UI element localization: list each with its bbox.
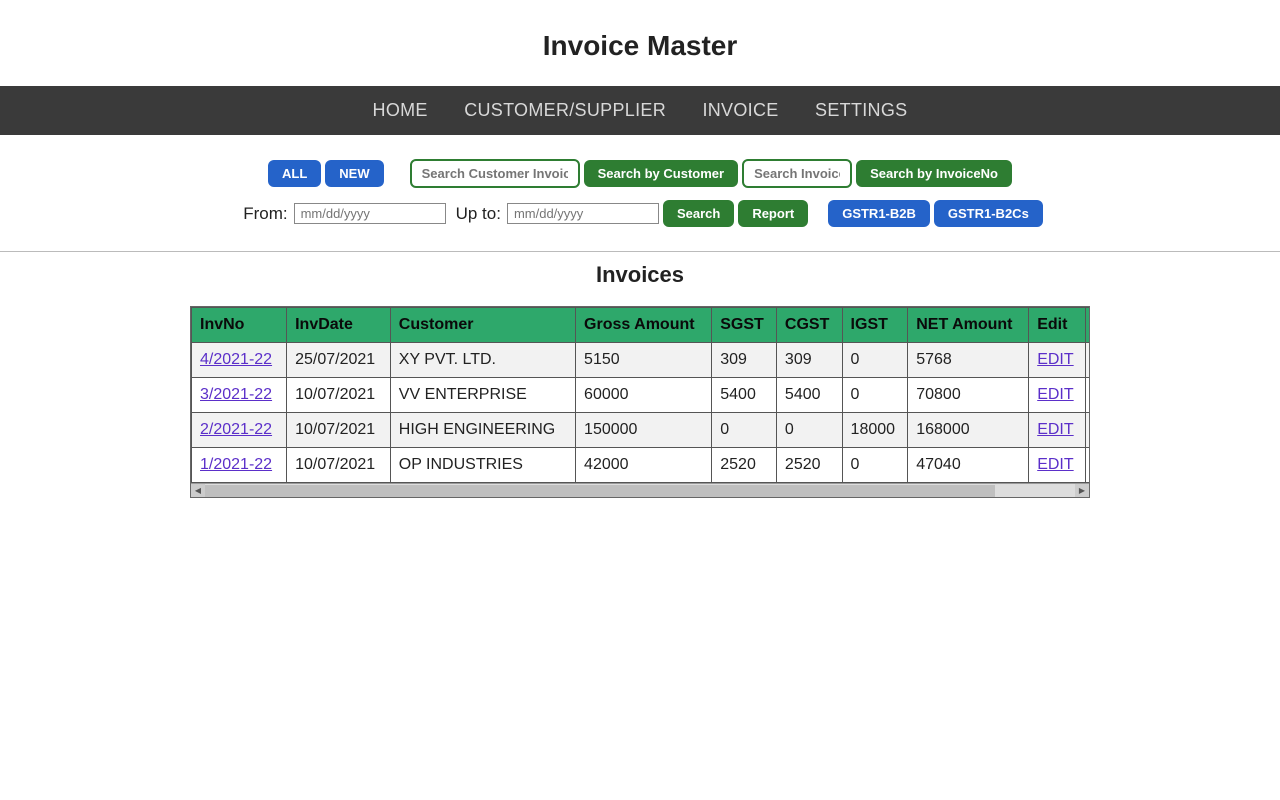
cell-invdate: 10/07/2021 <box>287 378 391 413</box>
page-title: Invoice Master <box>0 0 1280 86</box>
edit-link[interactable]: EDIT <box>1037 456 1073 473</box>
scroll-thumb[interactable] <box>205 485 995 497</box>
col-invno: InvNo <box>192 308 287 343</box>
from-date-input[interactable] <box>294 203 446 224</box>
cell-customer: XY PVT. LTD. <box>390 343 575 378</box>
cell-edit: EDIT <box>1029 448 1086 483</box>
table-row: 3/2021-2210/07/2021VV ENTERPRISE60000540… <box>192 378 1091 413</box>
table-header-row: InvNo InvDate Customer Gross Amount SGST… <box>192 308 1091 343</box>
scroll-left-icon[interactable]: ◀ <box>191 484 205 498</box>
cell-delete: DELETE <box>1086 413 1090 448</box>
cell-invno: 3/2021-22 <box>192 378 287 413</box>
cell-customer: VV ENTERPRISE <box>390 378 575 413</box>
edit-link[interactable]: EDIT <box>1037 421 1073 438</box>
cell-cgst: 0 <box>776 413 842 448</box>
invoices-table: InvNo InvDate Customer Gross Amount SGST… <box>191 307 1090 483</box>
cell-sgst: 309 <box>712 343 777 378</box>
cell-cgst: 2520 <box>776 448 842 483</box>
cell-sgst: 2520 <box>712 448 777 483</box>
col-invdate: InvDate <box>287 308 391 343</box>
all-button[interactable]: ALL <box>268 160 321 187</box>
cell-igst: 0 <box>842 343 908 378</box>
cell-net: 47040 <box>908 448 1029 483</box>
cell-cgst: 5400 <box>776 378 842 413</box>
col-edit: Edit <box>1029 308 1086 343</box>
navbar: HOME CUSTOMER/SUPPLIER INVOICE SETTINGS <box>0 86 1280 135</box>
nav-settings[interactable]: SETTINGS <box>815 100 907 120</box>
nav-customer-supplier[interactable]: CUSTOMER/SUPPLIER <box>464 100 666 120</box>
invoices-table-wrap[interactable]: InvNo InvDate Customer Gross Amount SGST… <box>190 306 1090 498</box>
col-gross: Gross Amount <box>576 308 712 343</box>
cell-delete: DELETE <box>1086 448 1090 483</box>
search-by-invoiceno-button[interactable]: Search by InvoiceNo <box>856 160 1012 187</box>
search-button[interactable]: Search <box>663 200 734 227</box>
cell-sgst: 0 <box>712 413 777 448</box>
cell-igst: 18000 <box>842 413 908 448</box>
col-net: NET Amount <box>908 308 1029 343</box>
horizontal-scrollbar[interactable]: ◀ ▶ <box>191 483 1089 497</box>
cell-gross: 42000 <box>576 448 712 483</box>
cell-invno: 4/2021-22 <box>192 343 287 378</box>
cell-delete: DELETE <box>1086 343 1090 378</box>
cell-invno: 1/2021-22 <box>192 448 287 483</box>
from-label: From: <box>243 204 287 224</box>
cell-edit: EDIT <box>1029 413 1086 448</box>
upto-date-input[interactable] <box>507 203 659 224</box>
nav-home[interactable]: HOME <box>373 100 428 120</box>
invoice-link[interactable]: 1/2021-22 <box>200 456 272 473</box>
cell-igst: 0 <box>842 378 908 413</box>
col-igst: IGST <box>842 308 908 343</box>
invoice-link[interactable]: 4/2021-22 <box>200 351 272 368</box>
scroll-right-icon[interactable]: ▶ <box>1075 484 1089 498</box>
cell-cgst: 309 <box>776 343 842 378</box>
toolbar-row-2: From: Up to: Search Report GSTR1-B2B GST… <box>237 200 1043 227</box>
cell-customer: OP INDUSTRIES <box>390 448 575 483</box>
cell-gross: 60000 <box>576 378 712 413</box>
col-sgst: SGST <box>712 308 777 343</box>
cell-net: 70800 <box>908 378 1029 413</box>
cell-delete: DELETE <box>1086 378 1090 413</box>
search-invoice-input[interactable] <box>742 159 852 188</box>
gstr1-b2cs-button[interactable]: GSTR1-B2Cs <box>934 200 1043 227</box>
cell-invno: 2/2021-22 <box>192 413 287 448</box>
upto-label: Up to: <box>456 204 501 224</box>
toolbar-row-1: ALL NEW Search by Customer Search by Inv… <box>268 159 1012 188</box>
gstr1-b2b-button[interactable]: GSTR1-B2B <box>828 200 930 227</box>
cell-invdate: 10/07/2021 <box>287 448 391 483</box>
col-customer: Customer <box>390 308 575 343</box>
cell-gross: 150000 <box>576 413 712 448</box>
col-delete: Delete <box>1086 308 1090 343</box>
search-customer-input[interactable] <box>410 159 580 188</box>
toolbar: ALL NEW Search by Customer Search by Inv… <box>0 135 1280 239</box>
cell-customer: HIGH ENGINEERING <box>390 413 575 448</box>
cell-gross: 5150 <box>576 343 712 378</box>
report-button[interactable]: Report <box>738 200 808 227</box>
cell-net: 5768 <box>908 343 1029 378</box>
cell-igst: 0 <box>842 448 908 483</box>
table-row: 2/2021-22 10/07/2021HIGH ENGINEERING15000… <box>192 413 1091 448</box>
nav-invoice[interactable]: INVOICE <box>702 100 778 120</box>
cell-invdate: 25/07/2021 <box>287 343 391 378</box>
invoice-link[interactable]: 2/2021-22 <box>200 421 272 438</box>
cell-sgst: 5400 <box>712 378 777 413</box>
new-button[interactable]: NEW <box>325 160 383 187</box>
table-row: 1/2021-2210/07/2021OP INDUSTRIES42000252… <box>192 448 1091 483</box>
section-title: Invoices <box>0 262 1280 288</box>
cell-edit: EDIT <box>1029 378 1086 413</box>
edit-link[interactable]: EDIT <box>1037 351 1073 368</box>
edit-link[interactable]: EDIT <box>1037 386 1073 403</box>
search-by-customer-button[interactable]: Search by Customer <box>584 160 738 187</box>
table-row: 4/2021-2225/07/2021XY PVT. LTD.515030930… <box>192 343 1091 378</box>
invoice-link[interactable]: 3/2021-22 <box>200 386 272 403</box>
divider <box>0 251 1280 252</box>
cell-net: 168000 <box>908 413 1029 448</box>
cell-invdate: 10/07/2021 <box>287 413 391 448</box>
col-cgst: CGST <box>776 308 842 343</box>
cell-edit: EDIT <box>1029 343 1086 378</box>
